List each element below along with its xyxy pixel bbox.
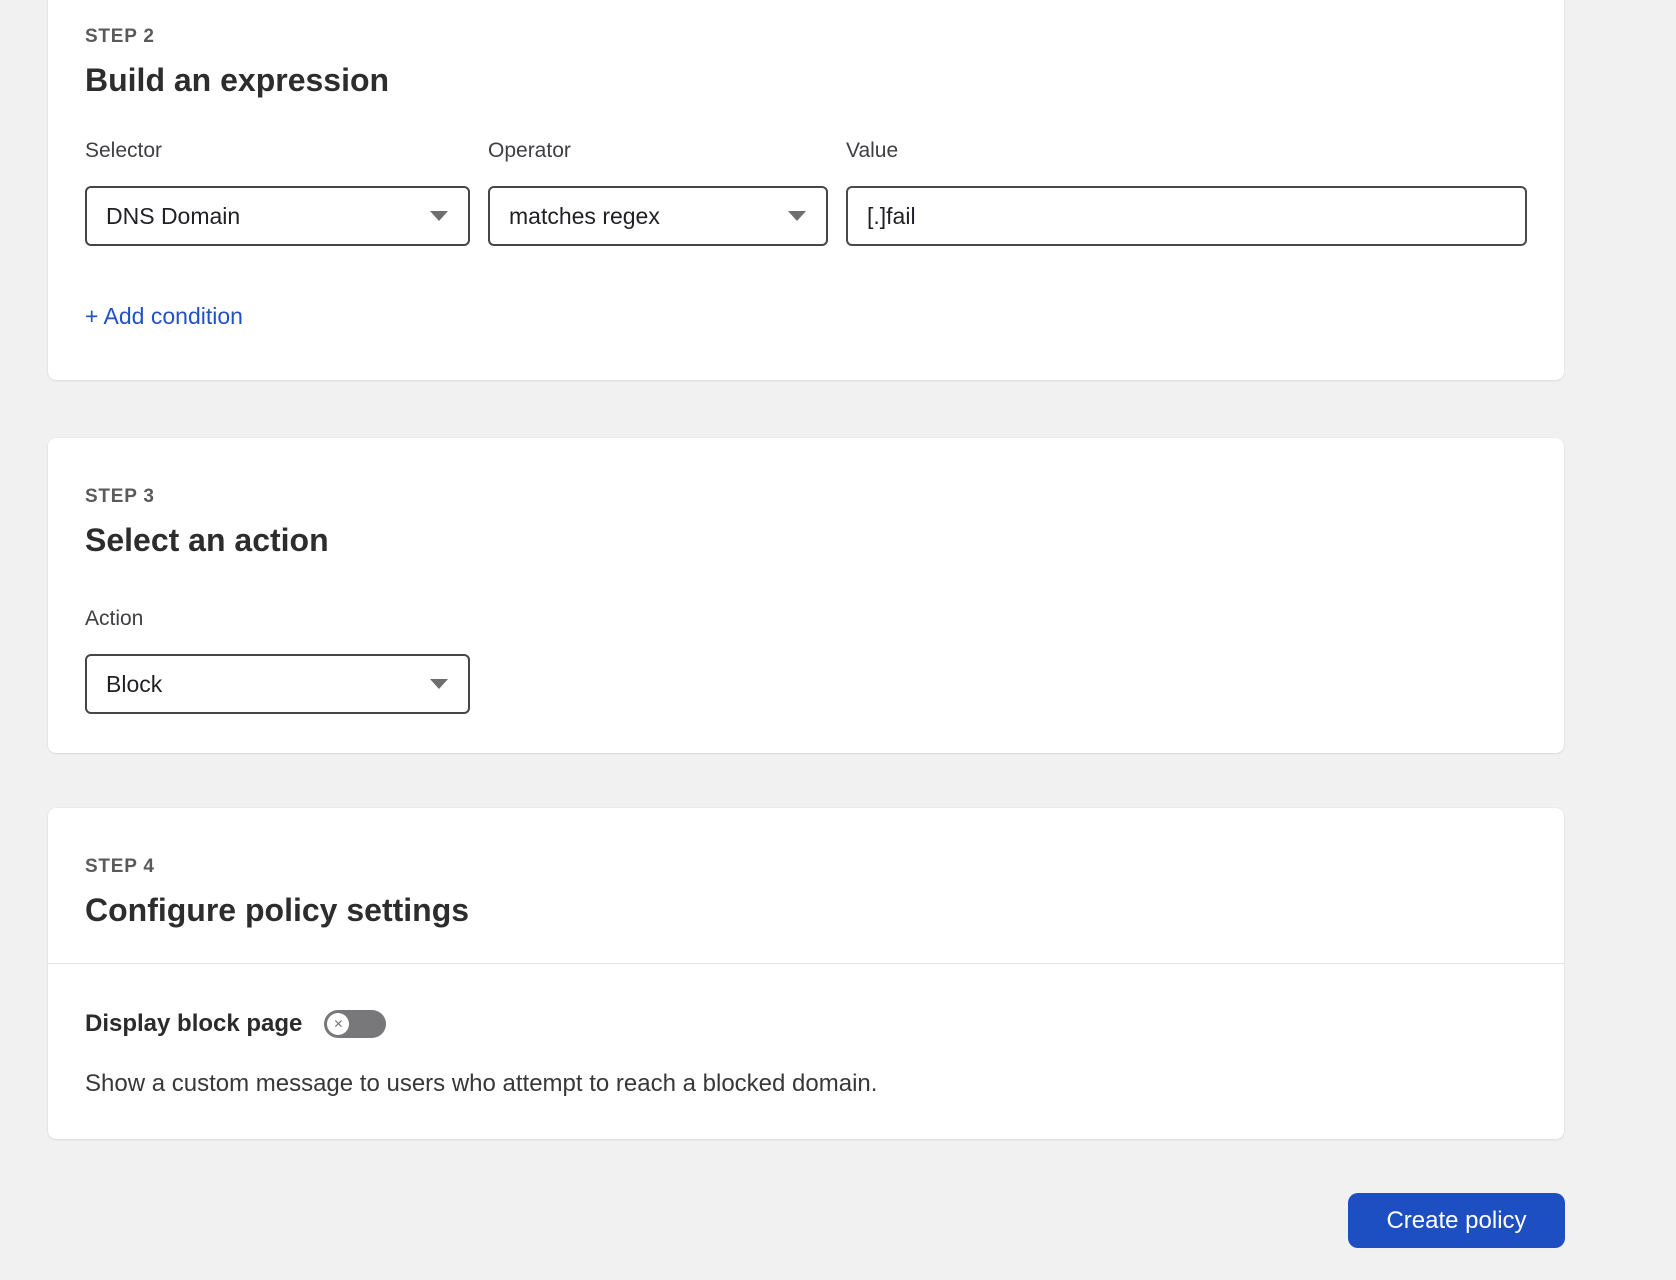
action-dropdown[interactable]: Block xyxy=(85,654,470,714)
step2-title: Build an expression xyxy=(85,62,390,98)
block-page-toggle-row: Display block page ✕ xyxy=(85,1009,1527,1039)
display-block-page-toggle[interactable]: ✕ xyxy=(324,1010,387,1038)
create-policy-button[interactable]: Create policy xyxy=(1348,1193,1565,1248)
operator-dropdown[interactable]: matches regex xyxy=(488,186,828,246)
step2-label: STEP 2 xyxy=(85,26,155,47)
selector-dropdown[interactable]: DNS Domain xyxy=(85,186,470,246)
value-input[interactable] xyxy=(846,186,1527,246)
action-dropdown-value: Block xyxy=(106,670,163,697)
operator-label: Operator xyxy=(488,139,571,162)
value-label: Value xyxy=(846,139,899,162)
step4-settings: Display block page ✕ Show a custom messa… xyxy=(48,964,1564,1139)
step4-card: STEP 4 Configure policy settings Display… xyxy=(48,808,1564,1139)
step4-header: STEP 4 Configure policy settings xyxy=(48,808,1564,963)
operator-field: Operator matches regex xyxy=(488,138,828,246)
x-circle-icon: ✕ xyxy=(327,1013,350,1035)
caret-down-icon xyxy=(430,211,448,221)
selector-dropdown-value: DNS Domain xyxy=(106,202,241,229)
step2-card: STEP 2 Build an expression Selector DNS … xyxy=(48,0,1564,380)
caret-down-icon xyxy=(430,679,448,689)
display-block-page-label: Display block page xyxy=(85,1010,303,1037)
action-field: Action Block xyxy=(85,606,470,714)
step4-title: Configure policy settings xyxy=(85,892,470,928)
block-page-description: Show a custom message to users who attem… xyxy=(85,1070,878,1097)
form-footer: Create policy xyxy=(0,1193,1676,1248)
step3-title: Select an action xyxy=(85,522,329,558)
step3-label: STEP 3 xyxy=(85,486,155,507)
step4-label: STEP 4 xyxy=(85,856,155,877)
step3-card: STEP 3 Select an action Action Block xyxy=(48,438,1564,753)
operator-dropdown-value: matches regex xyxy=(509,202,660,229)
expression-fields-row: Selector DNS Domain Operator matches reg… xyxy=(85,138,1527,246)
selector-label: Selector xyxy=(85,139,163,162)
caret-down-icon xyxy=(788,211,806,221)
add-condition-link[interactable]: + Add condition xyxy=(85,302,243,330)
selector-field: Selector DNS Domain xyxy=(85,138,470,246)
value-field: Value xyxy=(846,138,1527,246)
action-label: Action xyxy=(85,607,144,630)
